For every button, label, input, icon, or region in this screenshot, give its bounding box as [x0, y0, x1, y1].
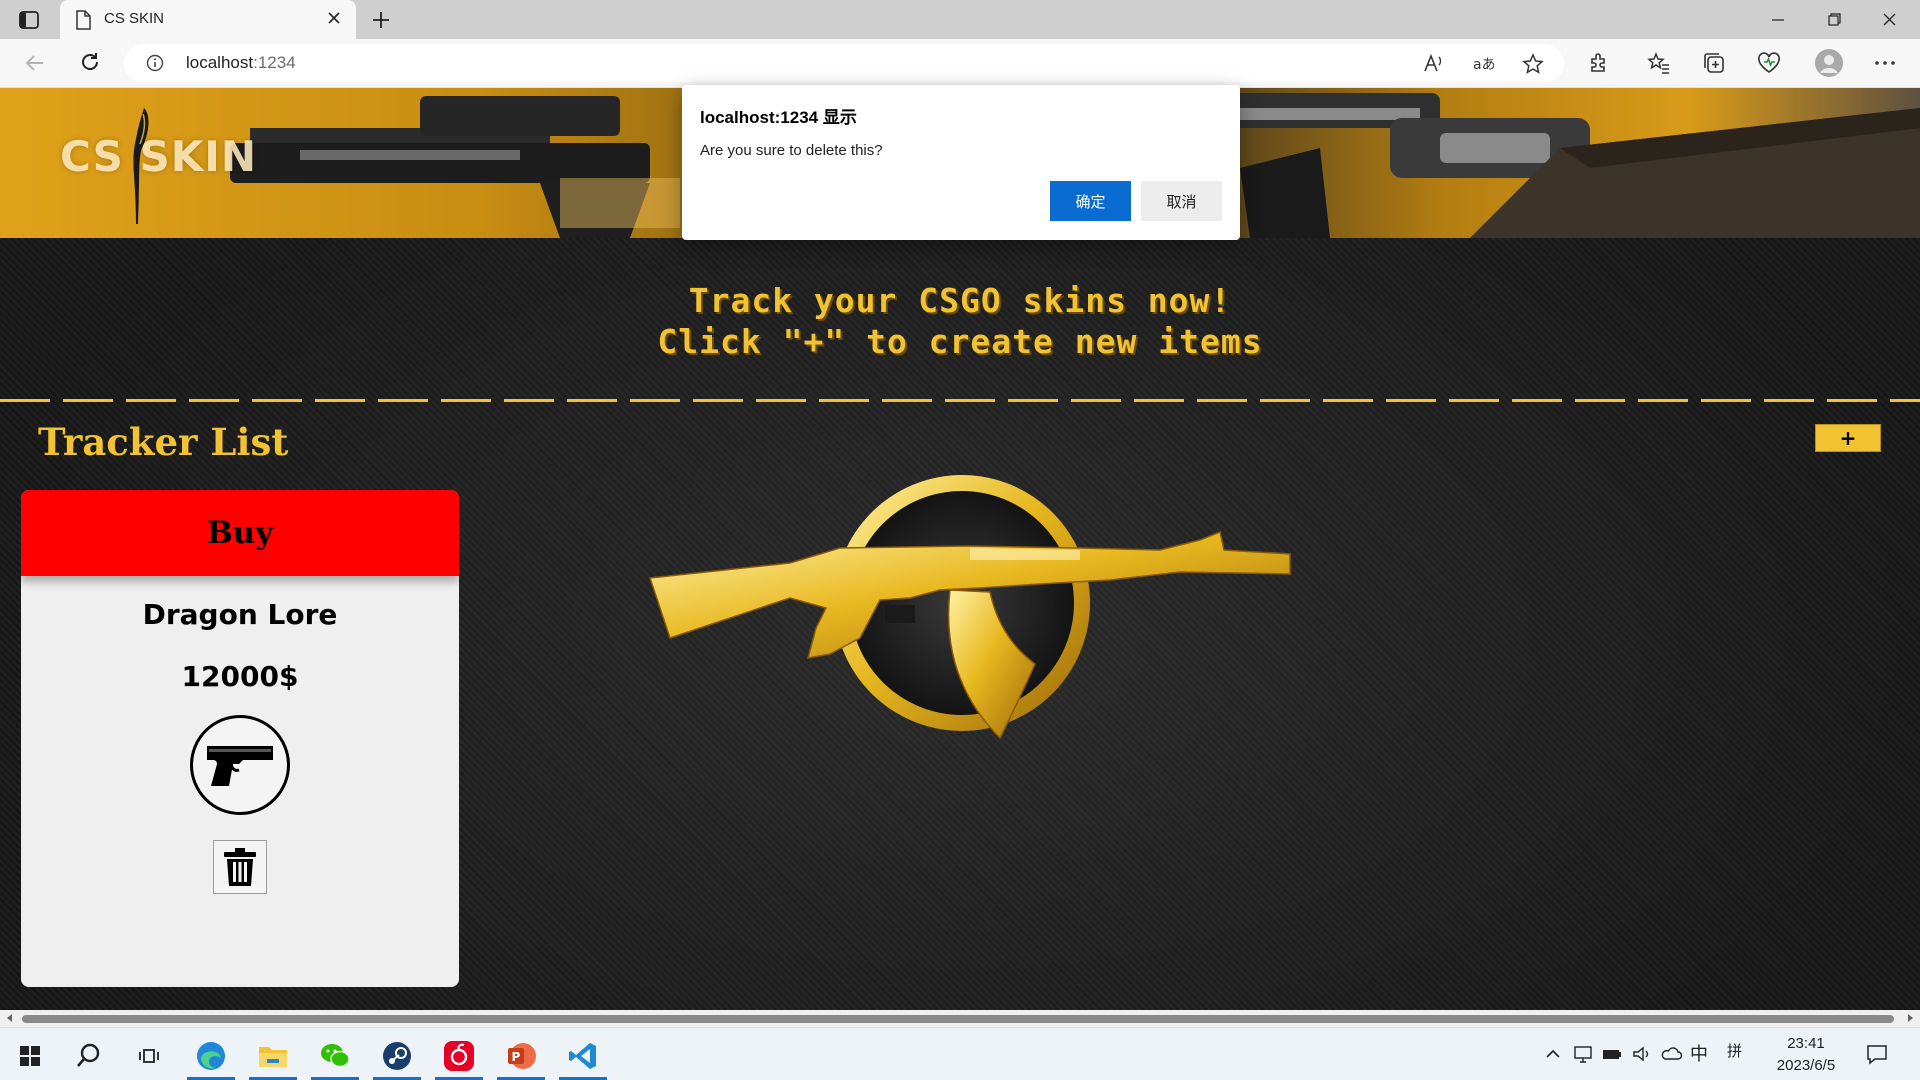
browser-tab[interactable]: CS SKIN — [60, 0, 356, 39]
star-icon[interactable] — [1522, 53, 1544, 75]
netease-music-icon — [444, 1041, 474, 1071]
cancel-button[interactable]: 取消 — [1141, 181, 1222, 221]
dialog-message: Are you sure to delete this? — [700, 142, 883, 159]
horizontal-scrollbar[interactable] — [0, 1010, 1920, 1027]
clock-date: 2023/6/5 — [1776, 1057, 1836, 1074]
clock-time: 23:41 — [1787, 1035, 1825, 1052]
taskbar-wechat[interactable] — [308, 1034, 362, 1080]
powerpoint-icon: P — [508, 1043, 536, 1069]
back-icon[interactable] — [22, 50, 48, 76]
collections-icon[interactable] — [1701, 50, 1727, 76]
new-tab-button[interactable] — [369, 8, 393, 32]
windows-icon — [20, 1046, 40, 1066]
status-badge: Buy — [21, 490, 459, 576]
tracker-item-card: Buy Dragon Lore 12000$ — [21, 490, 459, 987]
vscode-icon — [569, 1043, 596, 1069]
start-button[interactable] — [3, 1034, 57, 1078]
file-explorer-icon — [259, 1047, 287, 1067]
weapon-avatar — [190, 715, 290, 815]
close-icon[interactable] — [324, 8, 344, 28]
window-restore-button[interactable] — [1806, 0, 1862, 39]
address-bar[interactable]: localhost:1234 aあ — [124, 44, 1564, 82]
window-close-button[interactable] — [1862, 0, 1918, 39]
ok-button[interactable]: 确定 — [1050, 181, 1131, 221]
taskbar-file-explorer[interactable] — [246, 1034, 300, 1080]
notification-icon[interactable] — [1865, 1042, 1889, 1066]
svg-text:P: P — [512, 1050, 521, 1064]
dialog-title: localhost:1234 显示 — [700, 108, 857, 127]
scroll-left-icon[interactable] — [5, 1013, 15, 1023]
browser-navbar: localhost:1234 aあ — [0, 39, 1920, 88]
item-name: Dragon Lore — [142, 598, 338, 631]
page-tagline: Track your CSGO skins now! Click "+" to … — [0, 280, 1920, 362]
confirm-dialog: localhost:1234 显示 Are you sure to delete… — [682, 85, 1240, 240]
favorites-icon[interactable] — [1646, 50, 1672, 76]
extensions-icon[interactable] — [1586, 50, 1612, 76]
url-text[interactable]: localhost:1234 — [186, 53, 296, 73]
sidebar-toggle-icon[interactable] — [18, 9, 40, 31]
network-icon[interactable] — [1572, 1043, 1594, 1065]
refresh-icon[interactable] — [77, 50, 103, 76]
taskbar-netease-music[interactable] — [432, 1034, 486, 1080]
chevron-up-icon[interactable] — [1542, 1043, 1564, 1065]
plus-icon — [373, 12, 389, 28]
delete-button[interactable] — [213, 840, 267, 894]
dashed-divider — [0, 399, 1920, 402]
golden-ak47-emblem — [648, 475, 1291, 740]
ime-mode-indicator[interactable]: 拼 — [1727, 1040, 1742, 1061]
window-minimize-button[interactable] — [1750, 0, 1806, 39]
steam-icon — [383, 1042, 411, 1070]
add-item-button[interactable]: + — [1815, 424, 1881, 452]
windows-taskbar: P 中 拼 23:41 2023/6/5 — [0, 1027, 1920, 1080]
battery-icon[interactable] — [1601, 1043, 1623, 1065]
tagline-line-2: Click "+" to create new items — [657, 322, 1263, 361]
search-button[interactable] — [62, 1034, 116, 1078]
edge-icon — [197, 1042, 225, 1070]
profile-icon[interactable] — [1814, 48, 1844, 78]
taskbar-powerpoint[interactable]: P — [494, 1034, 548, 1080]
taskbar-vscode[interactable] — [556, 1034, 610, 1080]
more-icon[interactable] — [1872, 50, 1898, 76]
taskbar-edge[interactable] — [184, 1034, 238, 1080]
scrollbar-thumb[interactable] — [22, 1015, 1894, 1023]
tab-title: CS SKIN — [104, 10, 165, 27]
input-language-indicator[interactable]: 中 — [1690, 1040, 1708, 1066]
info-icon[interactable] — [146, 54, 164, 72]
trash-icon — [224, 848, 256, 886]
browser-titlebar: CS SKIN — [0, 0, 1920, 39]
svg-text:aあ: aあ — [1473, 57, 1494, 73]
pistol-icon — [207, 746, 273, 786]
tracker-list-title: Tracker List — [38, 420, 289, 464]
tagline-line-1: Track your CSGO skins now! — [688, 281, 1232, 320]
volume-icon[interactable] — [1631, 1043, 1653, 1065]
read-aloud-icon[interactable] — [1422, 53, 1444, 75]
task-view-button[interactable] — [122, 1034, 176, 1078]
translate-icon[interactable]: aあ — [1472, 53, 1496, 75]
onedrive-icon[interactable] — [1660, 1043, 1682, 1065]
scroll-right-icon[interactable] — [1905, 1013, 1915, 1023]
browser-essentials-icon[interactable] — [1756, 50, 1782, 76]
task-view-icon — [139, 1049, 159, 1063]
item-price: 12000$ — [181, 660, 299, 693]
page-icon — [74, 10, 92, 30]
taskbar-steam[interactable] — [370, 1034, 424, 1080]
taskbar-clock[interactable]: 23:41 2023/6/5 — [1760, 1033, 1852, 1077]
wechat-icon — [321, 1044, 350, 1068]
brand-logo: CS SKIN — [60, 132, 258, 181]
search-icon — [77, 1043, 100, 1067]
